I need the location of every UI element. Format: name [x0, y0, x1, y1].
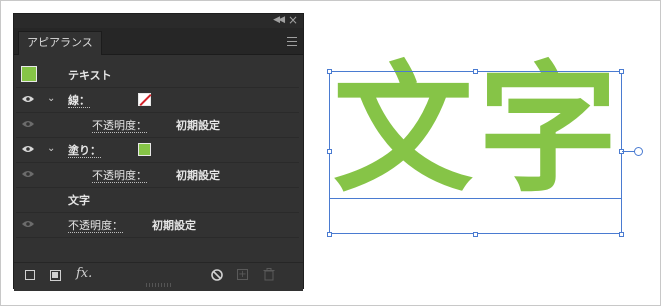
- panel-tab-row: アピアランス: [14, 28, 303, 55]
- stroke-none-swatch[interactable]: [138, 93, 151, 106]
- visibility-eye-icon[interactable]: [22, 220, 34, 228]
- panel-menu-icon[interactable]: [287, 37, 297, 46]
- resize-grip[interactable]: [146, 283, 172, 287]
- visibility-eye-icon[interactable]: [22, 170, 34, 178]
- stroke-opacity-value: 初期設定: [176, 119, 220, 132]
- clear-appearance-icon[interactable]: [211, 269, 223, 281]
- close-panel-icon[interactable]: ×: [288, 13, 298, 27]
- object-opacity-row[interactable]: 不透明度： 初期設定: [16, 213, 299, 238]
- visibility-eye-icon[interactable]: [22, 95, 34, 103]
- fill-opacity-label[interactable]: 不透明度：: [92, 167, 147, 183]
- fill-color-swatch[interactable]: [138, 143, 151, 156]
- fill-opacity-value: 初期設定: [176, 169, 220, 182]
- chevron-down-icon[interactable]: ⌄: [47, 143, 55, 154]
- appearance-panel: ◀◀ × アピアランス テキスト ⌄ 線： 不透明度： 初期設定 ⌄ 塗り： 不…: [13, 13, 304, 291]
- panel-title-bar: ◀◀ ×: [14, 13, 303, 28]
- fill-row[interactable]: ⌄ 塗り：: [16, 138, 299, 163]
- tab-appearance[interactable]: アピアランス: [18, 31, 102, 55]
- stroke-row[interactable]: ⌄ 線：: [16, 88, 299, 113]
- resize-handle-middle-left[interactable]: [327, 149, 332, 154]
- delete-item-icon[interactable]: [263, 268, 275, 281]
- appearance-attribute-list: テキスト ⌄ 線： 不透明度： 初期設定 ⌄ 塗り： 不透明度： 初期設定 文字: [16, 61, 299, 238]
- characters-row[interactable]: 文字: [16, 188, 299, 213]
- characters-label: 文字: [68, 194, 90, 207]
- resize-handle-top-right[interactable]: [619, 69, 624, 74]
- resize-handle-bottom-left[interactable]: [327, 232, 332, 237]
- object-type-label: テキスト: [68, 69, 112, 82]
- rotation-handle[interactable]: [634, 147, 643, 156]
- resize-handle-top-left[interactable]: [327, 69, 332, 74]
- stroke-label: 線：: [68, 94, 90, 108]
- chevron-down-icon[interactable]: ⌄: [47, 93, 55, 104]
- visibility-eye-icon[interactable]: [22, 145, 34, 153]
- collapse-panel-icon[interactable]: ◀◀: [273, 15, 285, 25]
- header-row[interactable]: テキスト: [16, 61, 299, 88]
- add-fill-icon[interactable]: [50, 270, 61, 281]
- fill-preview-swatch: [21, 66, 37, 82]
- object-opacity-label[interactable]: 不透明度：: [68, 217, 123, 233]
- visibility-eye-icon[interactable]: [22, 120, 34, 128]
- resize-handle-bottom-center[interactable]: [473, 232, 478, 237]
- add-stroke-icon[interactable]: [25, 270, 35, 280]
- selection-bounding-box[interactable]: [329, 71, 622, 234]
- fx-icon[interactable]: fx.: [76, 266, 92, 281]
- fill-opacity-row[interactable]: 不透明度： 初期設定: [16, 163, 299, 188]
- stroke-opacity-row[interactable]: 不透明度： 初期設定: [16, 113, 299, 138]
- fill-label: 塗り：: [68, 144, 101, 158]
- duplicate-item-icon[interactable]: +: [237, 269, 248, 280]
- object-opacity-value: 初期設定: [152, 219, 196, 232]
- resize-handle-top-center[interactable]: [473, 69, 478, 74]
- stroke-opacity-label[interactable]: 不透明度：: [92, 117, 147, 133]
- text-baseline: [329, 198, 621, 199]
- resize-handle-bottom-right[interactable]: [619, 232, 624, 237]
